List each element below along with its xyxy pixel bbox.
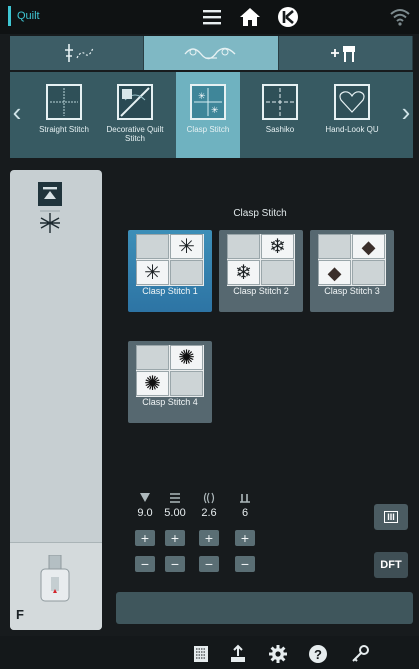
dft-button[interactable]: DFT [374,552,408,578]
category-straight-stitch[interactable]: Straight Stitch [32,72,96,158]
repeat-plus-button[interactable]: + [235,530,255,546]
repeat-count-icon [240,494,250,503]
stitch-width-plus-button[interactable]: + [135,530,155,546]
density-minus-button[interactable]: − [199,556,219,572]
stitch-card-1[interactable]: ✳ ✳ Clasp Stitch 1 [128,230,212,312]
home-icon[interactable] [238,5,262,29]
straight-stitch-thumb-icon [46,84,82,120]
category-label: Clasp Stitch [186,125,230,134]
category-label: Straight Stitch [39,125,89,134]
carousel-right-arrow[interactable]: › [399,92,413,132]
stitch-card-4[interactable]: ✺ ✺ Clasp Stitch 4 [128,341,212,423]
stitch-width-minus-button[interactable]: − [135,556,155,572]
sashiko-thumb-icon [262,84,298,120]
settings-icon[interactable] [268,644,288,664]
stitch-options-button[interactable]: III [374,504,408,530]
category-sashiko[interactable]: Sashiko [248,72,312,158]
stitch-grid: ◆ ◆ [318,234,386,286]
stitch-label: Clasp Stitch 4 [142,397,198,407]
asterisk-stitch-icon [40,210,60,233]
presser-foot-area[interactable]: F [10,542,102,630]
param-value: 6 [241,507,249,519]
add-stitch-icon [331,46,356,62]
stitch-card-2[interactable]: ❄ ❄ Clasp Stitch 2 [219,230,303,312]
category-title: Clasp Stitch [233,208,287,219]
stitch-length-plus-button[interactable]: + [165,530,185,546]
tab-add-stitch[interactable] [278,36,413,70]
param-value: 5.00 [164,507,186,519]
stitch-program-icon[interactable] [191,644,211,664]
clasp-stitch-thumb-icon: ✳ ✳ [190,84,226,120]
jump-to-start-icon[interactable] [276,5,300,29]
category-tabs [10,36,413,70]
menu-icon[interactable] [200,5,224,29]
tab-utility-stitches[interactable] [10,36,145,70]
svg-text:✳: ✳ [198,91,206,101]
carousel-left-arrow[interactable]: ‹ [10,92,24,132]
presser-foot-letter: F [16,607,24,622]
stitch-label: Clasp Stitch 3 [324,286,380,296]
svg-text:✳: ✳ [211,105,219,115]
tab-decorative-stitches[interactable] [144,36,279,70]
options-label: III [384,511,398,523]
heart-thumb-icon [334,84,370,120]
param-density: 2.6 [194,492,224,519]
param-stitch-width: 9.0 [130,492,160,519]
stitch-category-carousel: ‹ › Straight Stitch Decorative Quilt Sti… [10,72,413,158]
stitch-length-minus-button[interactable]: − [165,556,185,572]
param-value: 2.6 [201,507,217,519]
category-label: Sashiko [265,125,295,134]
wifi-icon [390,9,410,26]
stitch-grid: ✺ ✺ [136,345,204,397]
svg-text:?: ? [314,647,322,662]
stitch-label: Clasp Stitch 2 [233,286,289,296]
stitch-label: Clasp Stitch 1 [142,286,198,296]
bottom-bar: ? [0,636,419,669]
category-clasp-stitch[interactable]: ✳ ✳ Clasp Stitch [176,72,240,158]
message-bar [116,592,413,624]
param-stitch-length: 5.00 [160,492,190,519]
needle-stitch-icon [64,44,94,62]
stitch-preview-panel: F [10,170,102,630]
density-plus-button[interactable]: + [199,530,219,546]
density-icon [203,492,215,504]
category-label: Hand-Look QU [325,125,379,134]
stitch-grid: ✳ ✳ [136,234,204,286]
mode-label[interactable]: Quilt [8,6,40,26]
category-label: Decorative Quilt Stitch [106,125,164,143]
stitch-top-align-icon[interactable] [38,182,62,206]
stitch-card-3[interactable]: ◆ ◆ Clasp Stitch 3 [310,230,394,312]
stitch-grid: ❄ ❄ [227,234,295,286]
decorative-quilt-thumb-icon [117,84,153,120]
top-bar: Quilt [0,0,419,34]
stitch-length-icon [170,493,180,503]
export-icon[interactable] [228,644,248,664]
stitch-width-icon [140,493,150,502]
presser-foot-icon [40,555,70,602]
decorative-motif-icon [184,47,236,60]
repeat-minus-button[interactable]: − [235,556,255,572]
help-icon[interactable]: ? [308,644,328,664]
category-hand-look-quilt[interactable]: Hand-Look QU [320,72,384,158]
key-icon[interactable] [350,644,370,664]
param-repeat: 6 [230,492,260,519]
param-value: 9.0 [137,507,153,519]
category-decorative-quilt-stitch[interactable]: Decorative Quilt Stitch [103,72,167,158]
